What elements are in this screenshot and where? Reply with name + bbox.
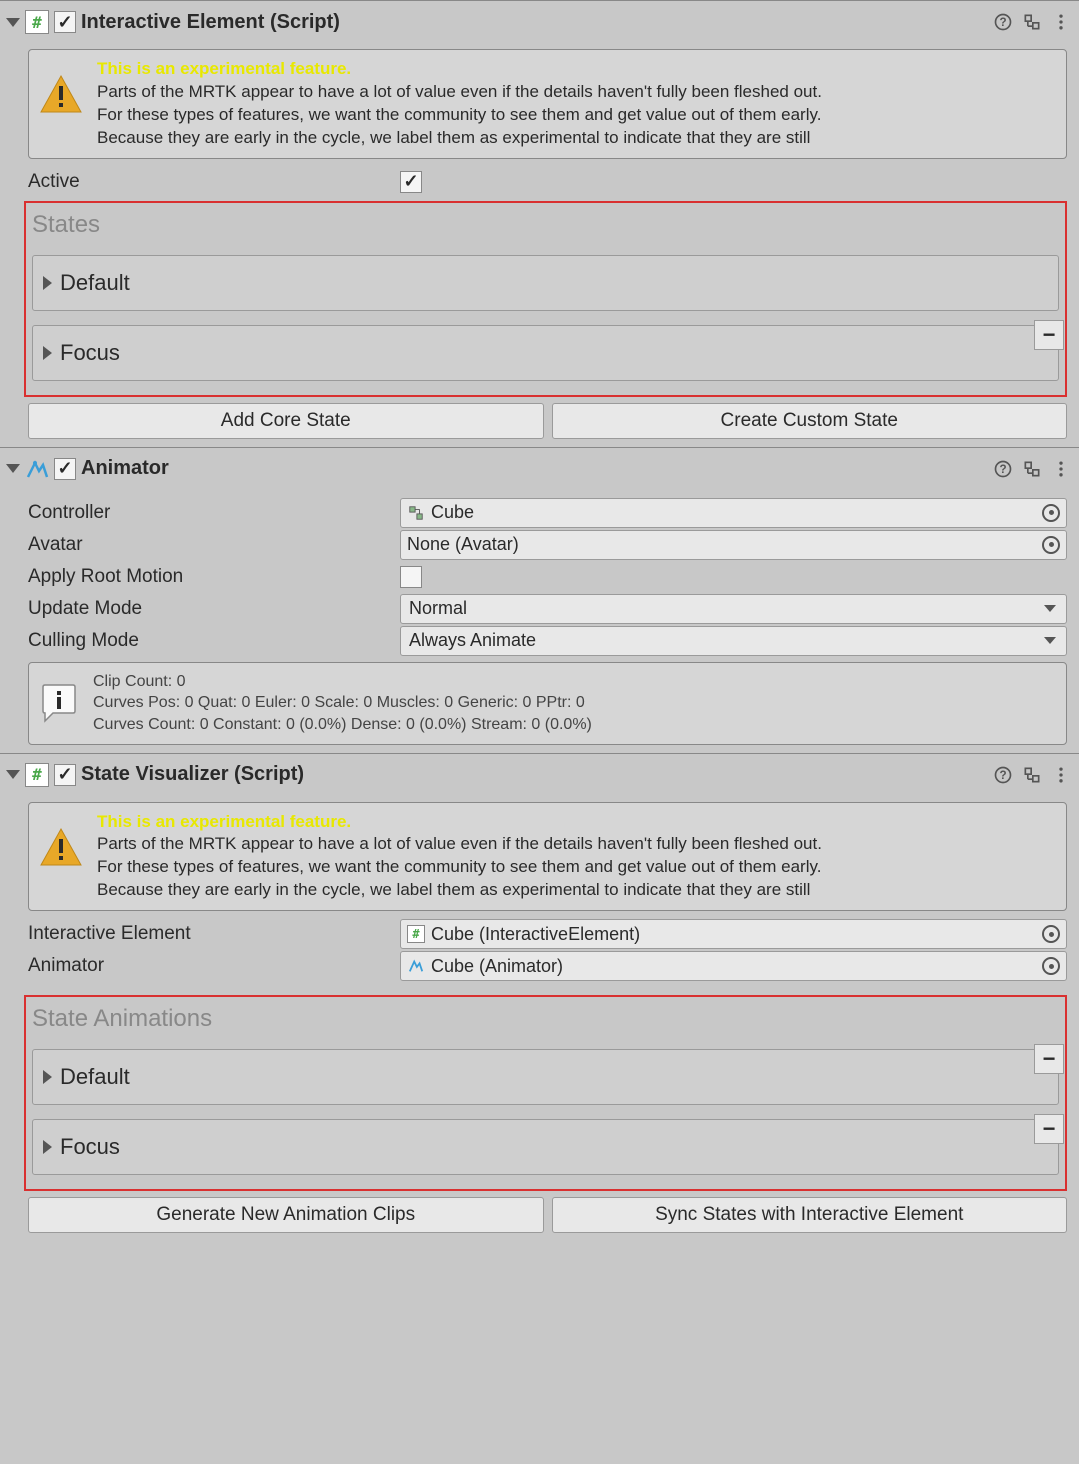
sync-states-button[interactable]: Sync States with Interactive Element [552, 1197, 1068, 1233]
component-title: Animator [81, 457, 986, 480]
component-header: Animator ? [0, 448, 1079, 490]
menu-icon[interactable] [1049, 763, 1073, 787]
create-custom-state-button[interactable]: Create Custom State [552, 403, 1068, 439]
update-mode-label: Update Mode [28, 598, 400, 620]
interactive-element-property: Interactive Element # Cube (InteractiveE… [28, 919, 1067, 949]
active-property: Active [28, 167, 1067, 197]
remove-state-anim-button[interactable]: − [1034, 1044, 1064, 1074]
object-picker-icon[interactable] [1042, 957, 1060, 975]
state-name: Focus [60, 340, 120, 366]
component-body: This is an experimental feature. Parts o… [0, 796, 1079, 1242]
interactive-element-field[interactable]: # Cube (InteractiveElement) [400, 919, 1067, 949]
culling-mode-property: Culling Mode Always Animate [28, 626, 1067, 656]
animator-property: Animator Cube (Animator) [28, 951, 1067, 981]
active-checkbox[interactable] [400, 171, 422, 193]
states-group: States Default Focus − [24, 201, 1067, 397]
warning-icon [39, 825, 83, 869]
enable-checkbox[interactable] [54, 458, 76, 480]
foldout-icon[interactable] [43, 276, 52, 290]
warning-icon [39, 72, 83, 116]
script-mini-icon: # [407, 925, 425, 943]
culling-mode-label: Culling Mode [28, 630, 400, 652]
state-focus[interactable]: Focus − [32, 325, 1059, 381]
state-name: Default [60, 270, 130, 296]
culling-mode-dropdown[interactable]: Always Animate [400, 626, 1067, 656]
foldout-icon[interactable] [43, 346, 52, 360]
component-header: # State Visualizer (Script) ? [0, 754, 1079, 796]
animator-field[interactable]: Cube (Animator) [400, 951, 1067, 981]
state-visualizer-component: # State Visualizer (Script) ? This is an… [0, 753, 1079, 1242]
object-picker-icon[interactable] [1042, 504, 1060, 522]
generate-clips-button[interactable]: Generate New Animation Clips [28, 1197, 544, 1233]
interactive-element-component: # Interactive Element (Script) ? This is… [0, 0, 1079, 447]
info-icon [39, 683, 79, 723]
experimental-warning: This is an experimental feature. Parts o… [28, 802, 1067, 912]
remove-state-button[interactable]: − [1034, 320, 1064, 350]
state-buttons-row: Add Core State Create Custom State [28, 403, 1067, 439]
preset-icon[interactable] [1020, 457, 1044, 481]
controller-icon [407, 504, 425, 522]
info-text: Clip Count: 0 Curves Pos: 0 Quat: 0 Eule… [93, 671, 592, 736]
animator-label: Animator [28, 955, 400, 977]
apply-root-motion-property: Apply Root Motion [28, 562, 1067, 592]
preset-icon[interactable] [1020, 763, 1044, 787]
foldout-icon[interactable] [6, 770, 20, 779]
avatar-property: Avatar None (Avatar) [28, 530, 1067, 560]
state-anim-name: Focus [60, 1134, 120, 1160]
state-anim-focus[interactable]: Focus − [32, 1119, 1059, 1175]
enable-checkbox[interactable] [54, 11, 76, 33]
state-default[interactable]: Default [32, 255, 1059, 311]
preset-icon[interactable] [1020, 10, 1044, 34]
state-animations-group: State Animations Default − Focus − [24, 995, 1067, 1191]
apply-root-motion-checkbox[interactable] [400, 566, 422, 588]
menu-icon[interactable] [1049, 457, 1073, 481]
object-picker-icon[interactable] [1042, 536, 1060, 554]
component-title: State Visualizer (Script) [81, 763, 986, 786]
controller-label: Controller [28, 502, 400, 524]
svg-text:?: ? [999, 16, 1006, 29]
foldout-icon[interactable] [43, 1070, 52, 1084]
controller-property: Controller Cube [28, 498, 1067, 528]
warning-text: This is an experimental feature. Parts o… [97, 58, 822, 150]
component-body: Controller Cube Avatar None (Avatar) App… [0, 490, 1079, 753]
active-label: Active [28, 171, 400, 193]
animator-mini-icon [407, 957, 425, 975]
interactive-element-label: Interactive Element [28, 923, 400, 945]
warning-text: This is an experimental feature. Parts o… [97, 811, 822, 903]
component-body: This is an experimental feature. Parts o… [0, 43, 1079, 447]
script-icon: # [25, 763, 49, 787]
menu-icon[interactable] [1049, 10, 1073, 34]
state-anim-name: Default [60, 1064, 130, 1090]
update-mode-property: Update Mode Normal [28, 594, 1067, 624]
foldout-icon[interactable] [6, 18, 20, 27]
avatar-label: Avatar [28, 534, 400, 556]
state-anim-default[interactable]: Default − [32, 1049, 1059, 1105]
help-icon[interactable]: ? [991, 457, 1015, 481]
state-anim-buttons-row: Generate New Animation Clips Sync States… [28, 1197, 1067, 1233]
svg-text:?: ? [999, 769, 1006, 782]
apply-root-motion-label: Apply Root Motion [28, 566, 400, 588]
avatar-field[interactable]: None (Avatar) [400, 530, 1067, 560]
object-picker-icon[interactable] [1042, 925, 1060, 943]
add-core-state-button[interactable]: Add Core State [28, 403, 544, 439]
foldout-icon[interactable] [43, 1140, 52, 1154]
state-animations-title: State Animations [32, 1005, 1059, 1033]
states-title: States [32, 211, 1059, 239]
experimental-warning: This is an experimental feature. Parts o… [28, 49, 1067, 159]
help-icon[interactable]: ? [991, 763, 1015, 787]
foldout-icon[interactable] [6, 464, 20, 473]
animator-info: Clip Count: 0 Curves Pos: 0 Quat: 0 Eule… [28, 662, 1067, 745]
update-mode-dropdown[interactable]: Normal [400, 594, 1067, 624]
enable-checkbox[interactable] [54, 764, 76, 786]
controller-field[interactable]: Cube [400, 498, 1067, 528]
remove-state-anim-button[interactable]: − [1034, 1114, 1064, 1144]
help-icon[interactable]: ? [991, 10, 1015, 34]
script-icon: # [25, 10, 49, 34]
animator-component: Animator ? Controller Cube Avatar None (… [0, 447, 1079, 753]
component-title: Interactive Element (Script) [81, 11, 986, 34]
svg-text:?: ? [999, 463, 1006, 476]
component-header: # Interactive Element (Script) ? [0, 1, 1079, 43]
animator-icon [25, 457, 49, 481]
